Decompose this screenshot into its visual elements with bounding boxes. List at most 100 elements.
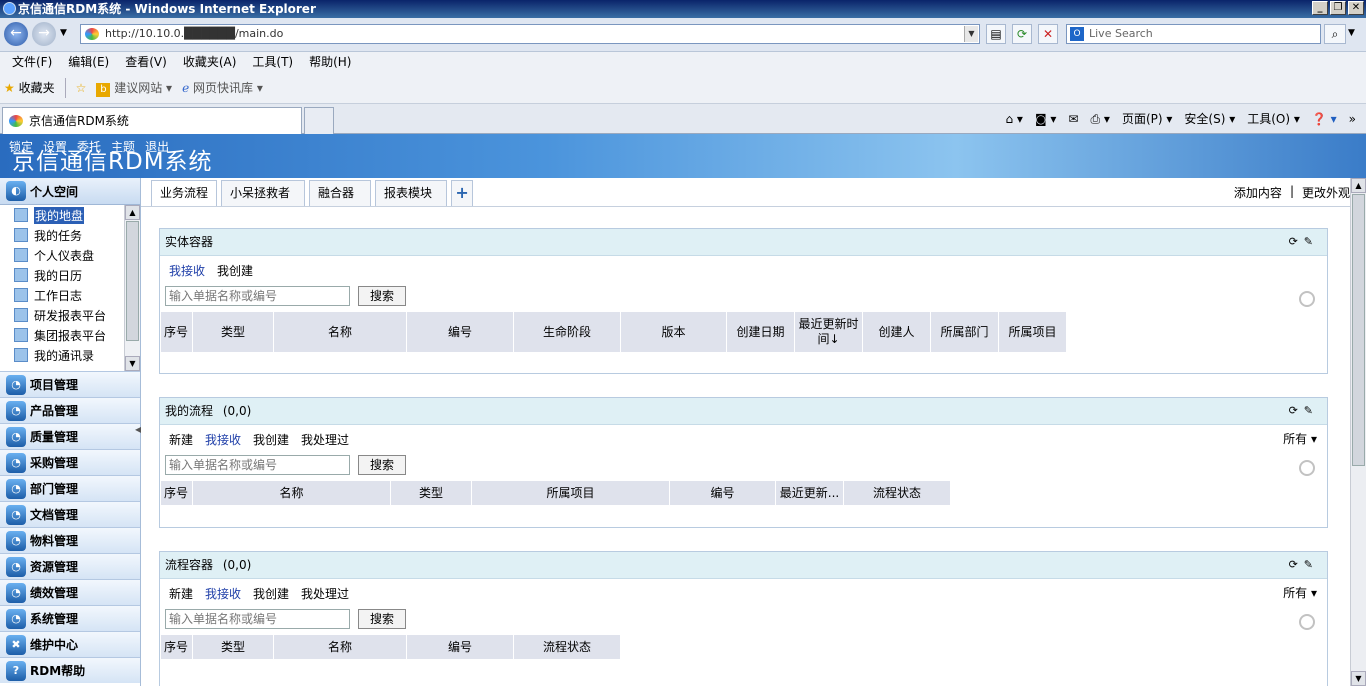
tab-report[interactable]: 报表模块	[375, 180, 448, 206]
column-header[interactable]: 最近更新...	[776, 481, 844, 505]
refresh-icon[interactable]: ⟳	[1289, 235, 1304, 248]
tools-menu[interactable]: 工具(O) ▾	[1247, 110, 1300, 128]
menu-edit[interactable]: 编辑(E)	[60, 52, 117, 72]
search-button[interactable]: 搜索	[358, 609, 406, 629]
filter-created[interactable]: 我创建	[253, 431, 289, 448]
web-slices-button[interactable]: ℯ 网页快讯库 ▾	[182, 79, 263, 96]
sidebar-cat-purchase[interactable]: ◔ 采购管理	[0, 449, 140, 475]
sidebar-section-personal[interactable]: ◐ 个人空间	[0, 178, 140, 205]
sidebar-item-dashboard[interactable]: 个人仪表盘	[0, 245, 140, 265]
status-filter-dropdown[interactable]: 所有 ▾	[1283, 430, 1317, 447]
sidebar-cat-performance[interactable]: ◔ 绩效管理	[0, 579, 140, 605]
edit-icon[interactable]: ✎	[1304, 558, 1319, 571]
column-header[interactable]: 编号	[670, 481, 776, 505]
change-look-link[interactable]: 更改外观	[1302, 184, 1350, 201]
sidebar-cat-resource[interactable]: ◔ 资源管理	[0, 553, 140, 579]
column-header[interactable]: 序号	[161, 481, 193, 505]
address-dropdown-icon[interactable]: ▼	[964, 26, 978, 42]
menu-view[interactable]: 查看(V)	[117, 52, 175, 72]
column-header[interactable]: 名称	[274, 312, 407, 352]
tab-fusion[interactable]: 融合器	[309, 180, 372, 206]
restore-button[interactable]: ❐	[1330, 1, 1346, 15]
column-header[interactable]: 编号	[407, 312, 514, 352]
scroll-down-icon[interactable]: ▼	[125, 356, 140, 371]
column-header[interactable]: 类型	[391, 481, 472, 505]
column-header[interactable]: 类型	[193, 312, 274, 352]
search-input[interactable]: 输入单据名称或编号	[165, 609, 350, 629]
menu-favorites[interactable]: 收藏夹(A)	[175, 52, 245, 72]
filter-received[interactable]: 我接收	[169, 262, 205, 279]
page-scrollbar[interactable]: ▲ ▼	[1350, 178, 1366, 686]
column-header[interactable]: 所属项目	[999, 312, 1067, 352]
column-header-sorted[interactable]: 最近更新时间↓	[795, 312, 863, 352]
filter-new[interactable]: 新建	[169, 585, 193, 602]
search-input[interactable]: 输入单据名称或编号	[165, 455, 350, 475]
column-header[interactable]: 生命阶段	[514, 312, 621, 352]
sidebar-cat-maintenance[interactable]: ✖ 维护中心	[0, 631, 140, 657]
history-dropdown-icon[interactable]: ▼	[60, 28, 67, 38]
column-header[interactable]: 序号	[161, 635, 193, 659]
gear-icon[interactable]: ⚙	[1299, 460, 1315, 476]
search-button[interactable]: 搜索	[358, 286, 406, 306]
search-options-icon[interactable]: ▼	[1348, 28, 1355, 38]
back-button[interactable]: ←	[4, 22, 28, 46]
safety-menu[interactable]: 安全(S) ▾	[1184, 110, 1235, 128]
address-input[interactable]: http://10.10.0.██████/main.do ▼	[80, 24, 980, 44]
settings-link[interactable]: 设置	[43, 138, 67, 155]
favorites-button[interactable]: ★ 收藏夹	[4, 79, 55, 96]
stop-icon[interactable]: ✕	[1038, 24, 1058, 44]
home-icon[interactable]: ⌂ ▾	[1005, 110, 1022, 128]
minimize-button[interactable]: _	[1312, 1, 1328, 15]
sidebar-cat-document[interactable]: ◔ 文档管理	[0, 501, 140, 527]
sidebar-cat-project[interactable]: ◔ 项目管理	[0, 371, 140, 397]
filter-received[interactable]: 我接收	[205, 431, 241, 448]
mail-icon[interactable]: ✉	[1068, 110, 1078, 128]
sidebar-item-calendar[interactable]: 我的日历	[0, 265, 140, 285]
sidebar-item-rd-report[interactable]: 研发报表平台	[0, 305, 140, 325]
sidebar-scrollbar[interactable]: ▲ ▼	[124, 205, 140, 371]
filter-received[interactable]: 我接收	[205, 585, 241, 602]
filter-new[interactable]: 新建	[169, 431, 193, 448]
sidebar-cat-material[interactable]: ◔ 物料管理	[0, 527, 140, 553]
live-search-input[interactable]: O Live Search	[1066, 24, 1321, 44]
theme-link[interactable]: 主题	[111, 138, 135, 155]
close-window-button[interactable]: ✕	[1348, 1, 1364, 15]
scroll-thumb[interactable]	[126, 221, 139, 341]
column-header[interactable]: 名称	[274, 635, 407, 659]
sidebar-item-group-report[interactable]: 集团报表平台	[0, 325, 140, 345]
add-content-link[interactable]: 添加内容	[1234, 184, 1282, 201]
scroll-up-icon[interactable]: ▲	[1351, 178, 1366, 193]
edit-icon[interactable]: ✎	[1304, 404, 1319, 417]
sidebar-cat-product[interactable]: ◔ 产品管理	[0, 397, 140, 423]
column-header[interactable]: 所属部门	[931, 312, 999, 352]
scroll-down-icon[interactable]: ▼	[1351, 671, 1366, 686]
refresh-icon[interactable]: ⟳	[1289, 558, 1304, 571]
menu-tools[interactable]: 工具(T)	[244, 52, 301, 72]
edit-icon[interactable]: ✎	[1304, 235, 1319, 248]
filter-created[interactable]: 我创建	[253, 585, 289, 602]
suggested-sites-button[interactable]: b 建议网站 ▾	[96, 79, 172, 97]
delegate-link[interactable]: 委托	[77, 138, 101, 155]
compat-view-icon[interactable]: ▤	[986, 24, 1006, 44]
feeds-icon[interactable]: ◙ ▾	[1035, 110, 1056, 128]
filter-created[interactable]: 我创建	[217, 262, 253, 279]
sidebar-item-my-tasks[interactable]: 我的任务	[0, 225, 140, 245]
forward-button[interactable]: →	[32, 22, 56, 46]
filter-handled[interactable]: 我处理过	[301, 431, 349, 448]
search-button[interactable]: 搜索	[358, 455, 406, 475]
page-menu[interactable]: 页面(P) ▾	[1122, 110, 1172, 128]
column-header[interactable]: 版本	[621, 312, 727, 352]
tab-rescuer[interactable]: 小呆拯救者	[221, 180, 306, 206]
add-tab-icon[interactable]: +	[451, 180, 474, 206]
lock-link[interactable]: 锁定	[9, 138, 33, 155]
gear-icon[interactable]: ⚙	[1299, 614, 1315, 630]
logout-link[interactable]: 退出	[145, 138, 169, 155]
filter-handled[interactable]: 我处理过	[301, 585, 349, 602]
column-header[interactable]: 编号	[407, 635, 514, 659]
search-go-icon[interactable]: ⌕	[1324, 24, 1346, 44]
menu-help[interactable]: 帮助(H)	[301, 52, 359, 72]
column-header[interactable]: 流程状态	[514, 635, 621, 659]
sidebar-cat-help[interactable]: ? RDM帮助	[0, 657, 140, 683]
help-icon[interactable]: ❓ ▾	[1312, 110, 1337, 128]
gear-icon[interactable]: ⚙	[1299, 291, 1315, 307]
